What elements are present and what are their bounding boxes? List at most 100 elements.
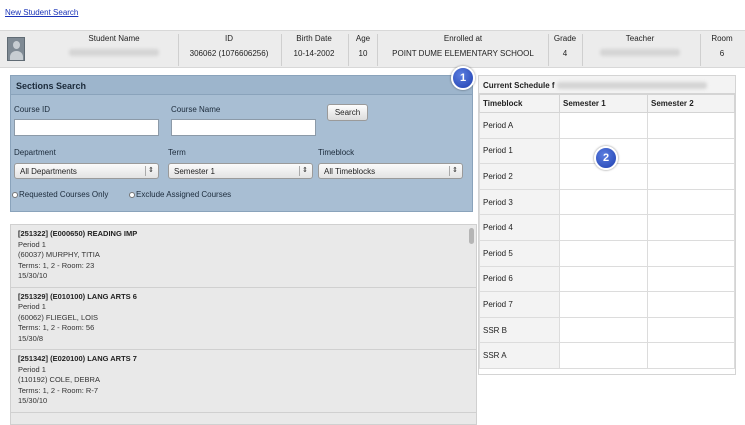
- term-value: Semester 1: [174, 167, 215, 176]
- sections-search-title: Sections Search: [11, 76, 472, 95]
- course-name-input[interactable]: [171, 119, 316, 136]
- requested-only-radio[interactable]: [12, 192, 18, 198]
- age-header: Age: [355, 34, 371, 43]
- semester1-cell[interactable]: [559, 316, 648, 344]
- requested-only-label: Requested Courses Only: [19, 190, 109, 199]
- callout-marker-1: 1: [451, 66, 475, 90]
- teacher-header: Teacher: [625, 34, 655, 43]
- table-row: SSR B: [479, 316, 735, 344]
- semester2-column-header: Semester 2: [647, 94, 735, 113]
- timeblock-cell: Period 7: [479, 291, 560, 318]
- timeblock-label: Timeblock: [318, 148, 355, 157]
- grade-value: 4: [562, 49, 568, 58]
- search-button[interactable]: Search: [327, 104, 368, 121]
- new-student-search-link[interactable]: New Student Search: [5, 8, 78, 17]
- timeblock-cell: Period 4: [479, 214, 560, 241]
- department-value: All Departments: [20, 167, 77, 176]
- table-row: Period 7: [479, 291, 735, 318]
- section-title: [251342] (E020100) LANG ARTS 7: [18, 354, 137, 363]
- term-select[interactable]: Semester 1 ⇕: [168, 163, 313, 179]
- student-name-redacted: [69, 49, 159, 56]
- semester1-cell[interactable]: [559, 214, 648, 241]
- timeblock-column-header: Timeblock: [479, 94, 560, 113]
- section-period: Period 1: [18, 239, 46, 249]
- semester1-cell[interactable]: [559, 342, 648, 369]
- requested-only-option[interactable]: Requested Courses Only: [12, 190, 108, 199]
- semester2-cell[interactable]: [647, 214, 735, 241]
- section-terms: Terms: 1, 2 - Room: 56: [18, 323, 95, 332]
- semester2-cell[interactable]: [647, 112, 735, 139]
- semester2-cell[interactable]: [647, 163, 735, 190]
- schedule-title: Current Schedule f: [479, 76, 735, 94]
- enrolled-at-column: Enrolled at POINT DUME ELEMENTARY SCHOOL: [380, 34, 546, 58]
- exclude-assigned-radio[interactable]: [129, 192, 135, 198]
- student-name-column: Student Name: [55, 34, 173, 58]
- table-row: Period 3: [479, 188, 735, 216]
- age-column: Age 10: [350, 34, 376, 58]
- section-period: Period 1: [18, 364, 46, 374]
- teacher-name-redacted: [600, 49, 680, 56]
- section-teacher: (60037) MURPHY, TITIA: [18, 250, 100, 259]
- timeblock-cell: SSR B: [479, 316, 560, 344]
- callout-marker-2: 2: [594, 146, 618, 170]
- schedule-table: Timeblock Semester 1 Semester 2 Period A…: [479, 94, 735, 369]
- sections-results-list: [251322] (E000650) READING IMP Period 1 …: [10, 224, 477, 425]
- student-id-value: 306062 (1076606256): [189, 49, 269, 58]
- timeblock-cell: Period A: [479, 112, 560, 139]
- exclude-assigned-label: Exclude Assigned Courses: [136, 190, 232, 199]
- timeblock-cell: Period 5: [479, 239, 560, 267]
- table-row: SSR A: [479, 342, 735, 369]
- course-id-input[interactable]: [14, 119, 159, 136]
- updown-arrow-icon: ⇕: [302, 167, 308, 174]
- room-column: Room 6: [703, 34, 741, 58]
- semester1-column-header: Semester 1: [559, 94, 648, 113]
- semester1-cell[interactable]: [559, 239, 648, 267]
- grade-header: Grade: [553, 34, 577, 43]
- semester2-cell[interactable]: [647, 316, 735, 344]
- semester2-cell[interactable]: [647, 239, 735, 267]
- timeblock-value: All Timeblocks: [324, 167, 376, 176]
- results-scrollbar[interactable]: [469, 228, 474, 244]
- semester2-cell[interactable]: [647, 265, 735, 293]
- table-row: Period 4: [479, 214, 735, 241]
- birth-date-value: 10-14-2002: [293, 49, 335, 58]
- list-item[interactable]: [251329] (E010100) LANG ARTS 6 Period 1 …: [11, 288, 476, 350]
- section-period: Period 1: [18, 302, 46, 311]
- semester1-cell[interactable]: [559, 112, 648, 139]
- semester1-cell[interactable]: [559, 265, 648, 293]
- grade-column: Grade 4: [550, 34, 580, 58]
- semester2-cell[interactable]: [647, 291, 735, 318]
- teacher-column: Teacher: [585, 34, 695, 58]
- department-label: Department: [14, 148, 56, 157]
- table-row: Period A: [479, 112, 735, 139]
- timeblock-select[interactable]: All Timeblocks ⇕: [318, 163, 463, 179]
- section-title: [251329] (E010100) LANG ARTS 6: [18, 291, 137, 301]
- term-label: Term: [168, 148, 186, 157]
- semester2-cell[interactable]: [647, 137, 735, 165]
- semester1-cell[interactable]: [559, 291, 648, 318]
- section-date: 15/30/8: [18, 333, 44, 343]
- list-item[interactable]: [251342] (E020100) LANG ARTS 7 Period 1 …: [11, 350, 476, 413]
- room-header: Room: [711, 34, 733, 43]
- section-teacher: (60062) FLIEGEL, LOIS: [18, 312, 99, 322]
- birth-date-column: Birth Date 10-14-2002: [284, 34, 344, 58]
- student-id-column: ID 306062 (1076606256): [180, 34, 278, 58]
- student-id-header: ID: [225, 34, 233, 43]
- table-row: Period 5: [479, 239, 735, 267]
- department-select[interactable]: All Departments ⇕: [14, 163, 159, 179]
- room-value: 6: [719, 49, 725, 58]
- section-title: [251322] (E000650) READING IMP: [18, 229, 138, 238]
- exclude-assigned-option[interactable]: Exclude Assigned Courses: [129, 190, 231, 199]
- semester1-cell[interactable]: [559, 188, 648, 216]
- updown-arrow-icon: ⇕: [148, 167, 154, 174]
- list-item[interactable]: [251322] (E000650) READING IMP Period 1 …: [11, 225, 476, 288]
- timeblock-cell: Period 6: [479, 265, 560, 293]
- updown-arrow-icon: ⇕: [452, 167, 458, 174]
- section-terms: Terms: 1, 2 - Room: 23: [18, 260, 95, 270]
- table-row: Period 6: [479, 265, 735, 293]
- semester2-cell[interactable]: [647, 188, 735, 216]
- section-date: 15/30/10: [18, 271, 48, 280]
- schedule-title-text: Current Schedule f: [483, 81, 555, 90]
- timeblock-cell: SSR A: [479, 342, 560, 369]
- semester2-cell[interactable]: [647, 342, 735, 369]
